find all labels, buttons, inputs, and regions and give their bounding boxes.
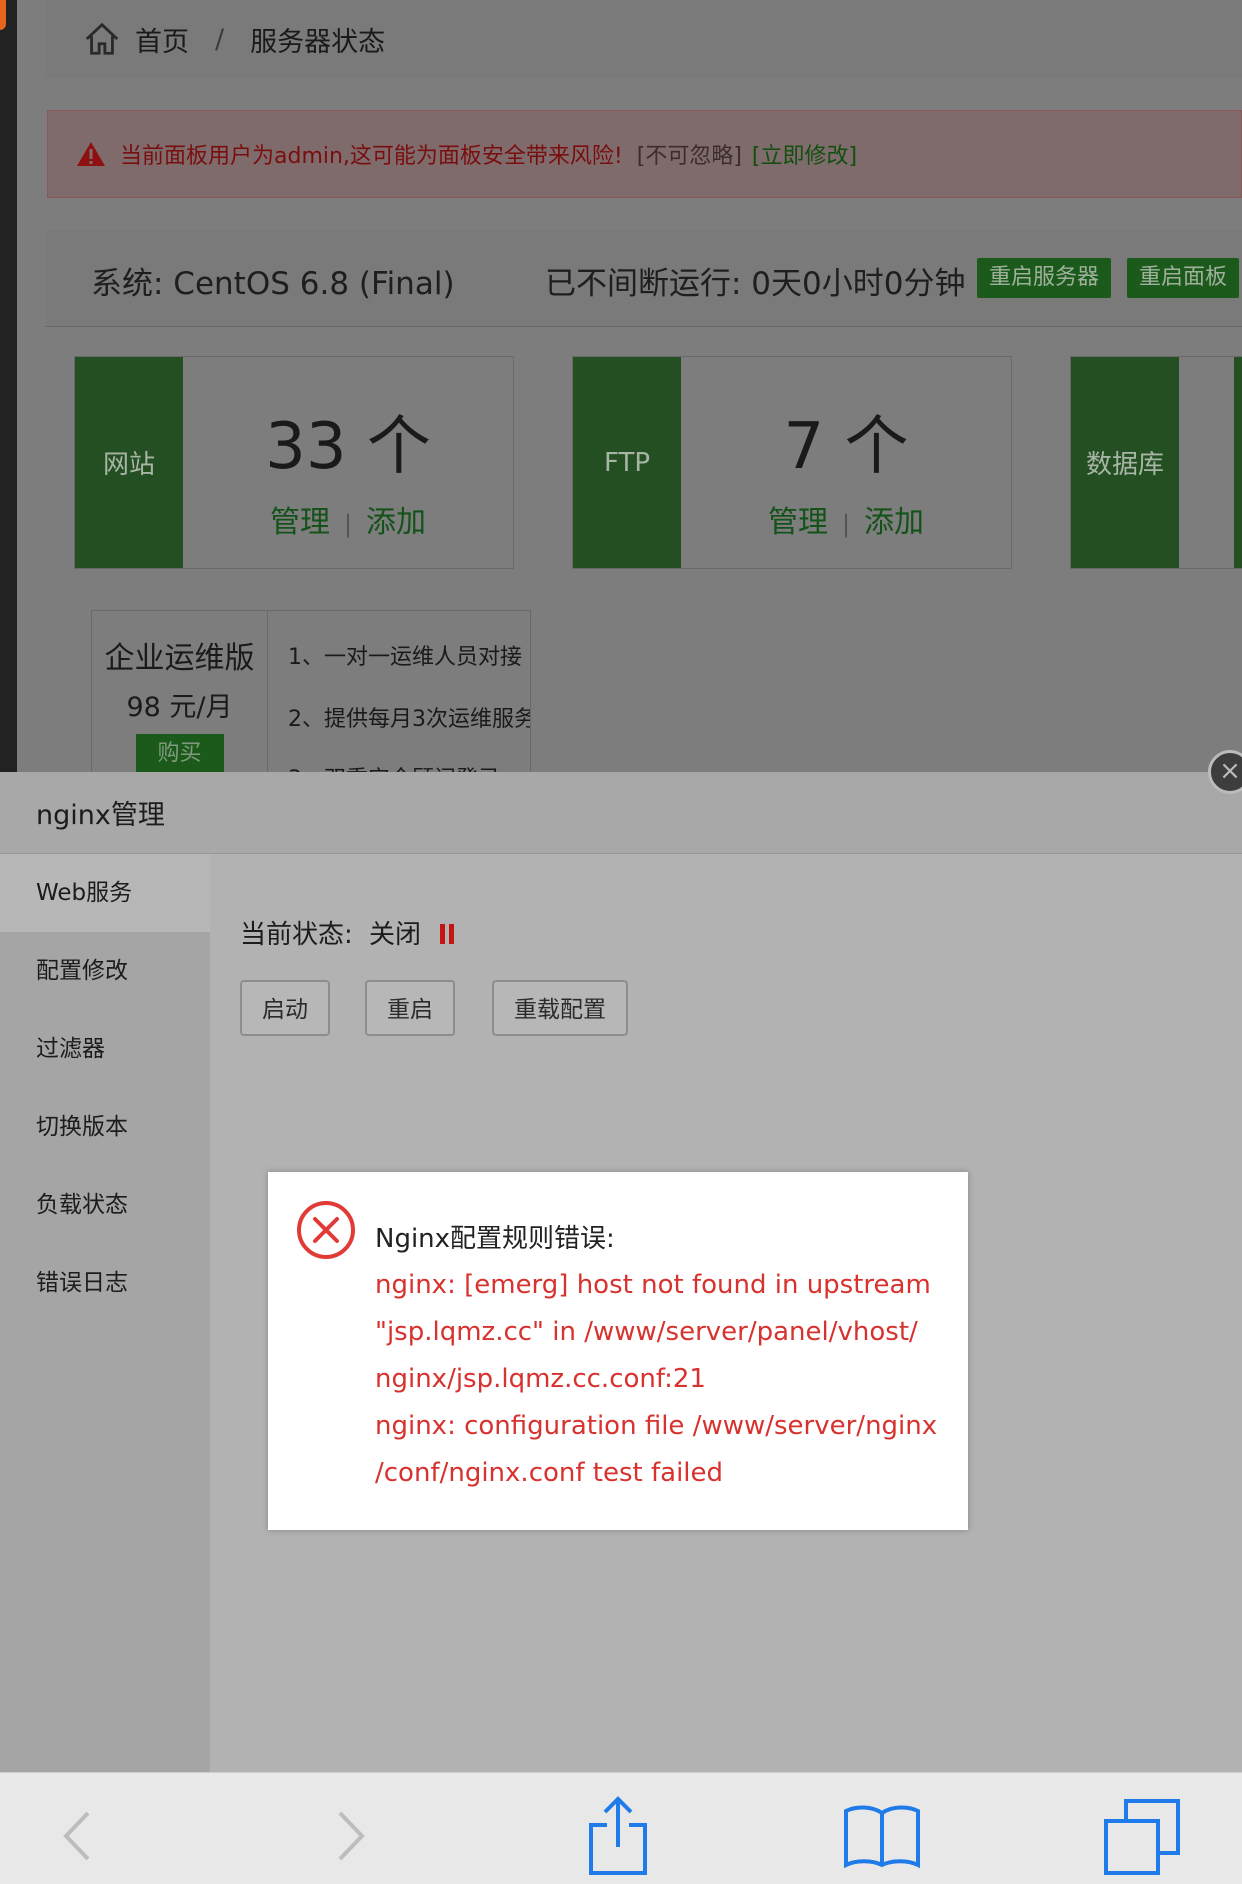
error-line: /conf/nginx.conf test failed bbox=[375, 1458, 724, 1488]
ftp-card: FTP 7 个 管理 | 添加 bbox=[572, 356, 1012, 569]
status-value: 关闭 bbox=[369, 920, 422, 950]
pause-icon bbox=[440, 924, 455, 944]
service-status: 当前状态: 关闭 bbox=[240, 914, 455, 951]
promo-edition: 企业运维版 bbox=[104, 641, 255, 676]
website-count: 33 个 bbox=[265, 410, 431, 484]
breadcrumb-separator: / bbox=[215, 23, 225, 55]
error-line: "jsp.lqmz.cc" in /www/server/panel/vhost… bbox=[375, 1317, 918, 1347]
system-uptime: 已不间断运行: 0天0小时0分钟 bbox=[545, 266, 966, 302]
reload-config-button[interactable]: 重载配置 bbox=[492, 980, 628, 1036]
nav-tab-indicator bbox=[0, 0, 6, 30]
alert-ignore-link[interactable]: [不可忽略] bbox=[637, 138, 742, 170]
enterprise-promo: 企业运维版 98 元/月 购买 1、一对一运维人员对接 2、提供每月3次运维服务… bbox=[91, 610, 531, 772]
ftp-manage-link[interactable]: 管理 bbox=[768, 505, 828, 540]
database-card-label: 数据库 bbox=[1071, 357, 1179, 568]
action-divider: | bbox=[343, 510, 353, 538]
browser-toolbar bbox=[0, 1772, 1242, 1884]
promo-item: 3、双重安全顾问登录 bbox=[288, 761, 500, 772]
error-title: Nginx配置规则错误: bbox=[375, 1224, 615, 1254]
website-add-link[interactable]: 添加 bbox=[366, 505, 426, 540]
alert-message: 当前面板用户为admin,这可能为面板安全带来风险! bbox=[120, 144, 623, 169]
promo-item: 1、一对一运维人员对接 bbox=[288, 645, 522, 670]
error-x-icon bbox=[297, 1201, 355, 1259]
menu-item-error-log[interactable]: 错误日志 bbox=[0, 1244, 210, 1322]
database-card: 数据库 bbox=[1070, 356, 1242, 569]
restart-panel-button[interactable]: 重启面板 bbox=[1127, 258, 1240, 298]
restart-button[interactable]: 重启 bbox=[365, 980, 455, 1036]
error-message: nginx: [emerg] host not found in upstrea… bbox=[375, 1262, 950, 1497]
website-card: 网站 33 个 管理 | 添加 bbox=[74, 356, 514, 569]
error-dialog: Nginx配置规则错误: nginx: [emerg] host not fou… bbox=[268, 1172, 968, 1530]
modal-menu: Web服务 配置修改 过滤器 切换版本 负载状态 错误日志 bbox=[0, 854, 210, 1772]
ftp-add-link[interactable]: 添加 bbox=[864, 505, 924, 540]
warning-icon bbox=[77, 142, 105, 166]
home-icon[interactable] bbox=[83, 20, 121, 58]
back-icon[interactable] bbox=[58, 1811, 98, 1861]
system-info-bar: 系统: CentOS 6.8 (Final) 已不间断运行: 0天0小时0分钟 … bbox=[45, 230, 1242, 327]
menu-item-load-status[interactable]: 负载状态 bbox=[0, 1166, 210, 1244]
ftp-count: 7 个 bbox=[783, 410, 909, 484]
promo-item: 2、提供每月3次运维服务 bbox=[288, 707, 531, 732]
action-divider: | bbox=[841, 510, 851, 538]
alert-fix-link[interactable]: [立即修改] bbox=[752, 138, 857, 170]
panel-background: 首页 / 服务器状态 当前面板用户为admin,这可能为面板安全带来风险! [不… bbox=[17, 0, 1242, 772]
breadcrumb-home[interactable]: 首页 bbox=[135, 20, 189, 59]
promo-price: 98 元/月 bbox=[126, 692, 233, 723]
menu-item-filter[interactable]: 过滤器 bbox=[0, 1010, 210, 1088]
restart-server-button[interactable]: 重启服务器 bbox=[977, 258, 1112, 298]
menu-item-config-edit[interactable]: 配置修改 bbox=[0, 932, 210, 1010]
promo-buy-button[interactable]: 购买 bbox=[135, 734, 224, 772]
modal-title: nginx管理 bbox=[36, 800, 165, 831]
status-label: 当前状态: bbox=[240, 920, 353, 950]
share-icon[interactable] bbox=[585, 1795, 651, 1877]
breadcrumb-current: 服务器状态 bbox=[250, 26, 386, 58]
system-os: 系统: CentOS 6.8 (Final) bbox=[91, 266, 455, 302]
forward-icon[interactable] bbox=[330, 1811, 370, 1861]
website-manage-link[interactable]: 管理 bbox=[270, 505, 330, 540]
bookmarks-icon[interactable] bbox=[842, 1803, 922, 1869]
menu-item-web-service[interactable]: Web服务 bbox=[0, 854, 210, 932]
ftp-card-label: FTP bbox=[573, 357, 681, 568]
security-alert: 当前面板用户为admin,这可能为面板安全带来风险! [不可忽略] [立即修改] bbox=[47, 110, 1242, 198]
menu-item-switch-version[interactable]: 切换版本 bbox=[0, 1088, 210, 1166]
error-line: nginx: configuration file /www/server/ng… bbox=[375, 1411, 938, 1441]
left-nav-strip bbox=[0, 0, 17, 772]
modal-header: nginx管理 bbox=[0, 772, 1242, 854]
tabs-icon[interactable] bbox=[1102, 1797, 1182, 1877]
error-line: nginx/jsp.lqmz.cc.conf:21 bbox=[375, 1364, 706, 1394]
website-card-label: 网站 bbox=[75, 357, 183, 568]
start-button[interactable]: 启动 bbox=[240, 980, 330, 1036]
error-line: nginx: [emerg] host not found in upstrea… bbox=[375, 1270, 931, 1300]
breadcrumb: 首页 / 服务器状态 bbox=[45, 0, 1242, 78]
